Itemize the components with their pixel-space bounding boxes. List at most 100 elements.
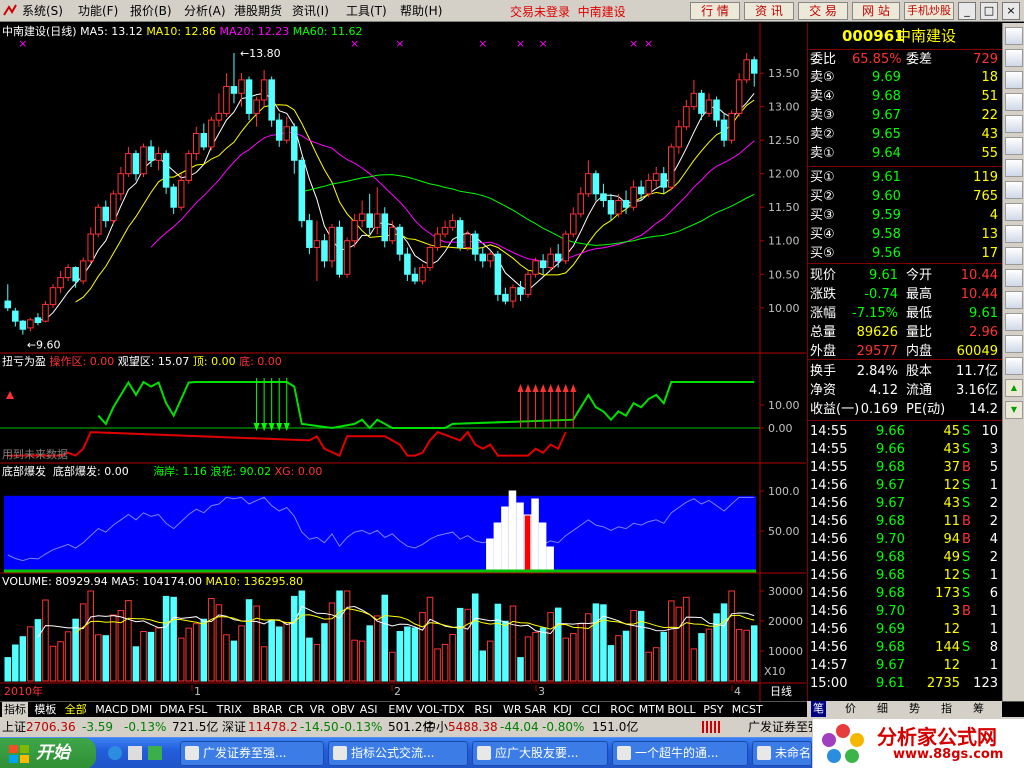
maximize-button[interactable]: □ [980, 2, 998, 20]
tab-trix[interactable]: TRIX [215, 702, 244, 718]
fiz-icon[interactable] [1005, 181, 1023, 199]
quote-tab[interactable]: 指 [939, 701, 954, 717]
tab-vr[interactable]: VR [308, 702, 327, 718]
menu-function[interactable]: 功能(F) [78, 3, 118, 19]
up-arrow-icon[interactable]: ▲ [1005, 379, 1023, 397]
tab-dmi[interactable]: DMI [129, 702, 154, 718]
tab-asi[interactable]: ASI [358, 702, 380, 718]
down-chart-icon[interactable] [1005, 225, 1023, 243]
formula-icon[interactable] [1005, 203, 1023, 221]
minimize-button[interactable]: _ [958, 2, 976, 20]
quote-tab[interactable]: 价 [843, 701, 858, 717]
tab-emv[interactable]: EMV [386, 702, 414, 718]
tab-macd[interactable]: MACD [93, 702, 130, 718]
trade-button[interactable]: 交 易 [798, 2, 848, 20]
desktop-quicklaunch-icon[interactable] [128, 746, 142, 760]
taskbar-item-3[interactable]: 应广大股友要... [472, 741, 608, 766]
volume-bar [539, 627, 547, 682]
bar-chart-icon[interactable] [1005, 93, 1023, 111]
taskbar-item-1[interactable]: 广发证券至强... [180, 741, 324, 766]
tab-cci[interactable]: CCI [580, 702, 603, 718]
tick-count: 4 [989, 532, 998, 547]
tab-vol-tdx[interactable]: VOL-TDX [415, 702, 467, 718]
tab-mcst[interactable]: MCST [730, 702, 765, 718]
menu-quote[interactable]: 报价(B) [130, 3, 172, 19]
tab-指标[interactable]: 指标 [2, 702, 28, 718]
menu-bar: 系统(S) 功能(F) 报价(B) 分析(A) 港股期货 资讯(I) 工具(T)… [0, 0, 1024, 22]
mobile-trading-button[interactable]: 手机炒股 [904, 2, 954, 20]
tick-row: 14:56 9.67 43 S 2 [808, 495, 1002, 513]
tab-dma[interactable]: DMA [158, 702, 188, 718]
app-quicklaunch-icon[interactable] [148, 746, 162, 760]
candle [683, 106, 690, 128]
menu-help[interactable]: 帮助(H) [400, 3, 442, 19]
candle [652, 173, 660, 181]
website-button[interactable]: 网 站 [852, 2, 900, 20]
volume-bar [456, 607, 464, 682]
buy-arrow-head [547, 384, 554, 392]
tick-count: 1 [989, 622, 998, 637]
menu-analysis[interactable]: 分析(A) [184, 3, 226, 19]
menu-tools[interactable]: 工具(T) [346, 3, 387, 19]
tab-obv[interactable]: OBV [329, 702, 356, 718]
wave-icon[interactable] [1005, 247, 1023, 265]
close-button[interactable]: × [1002, 2, 1020, 20]
tab-rsi[interactable]: RSI [472, 702, 494, 718]
menu-hk-futures[interactable]: 港股期货 [234, 3, 282, 19]
quote-tab[interactable]: 筹 [971, 701, 986, 717]
tick-direction: S [962, 442, 971, 457]
bid-price: 9.60 [872, 189, 901, 204]
taskbar-item-5[interactable]: 未命名 - ... [752, 741, 812, 766]
news-icon[interactable] [1005, 291, 1023, 309]
tab-fsl[interactable]: FSL [186, 702, 209, 718]
tab-wr[interactable]: WR [501, 702, 524, 718]
tab-mtm[interactable]: MTM [637, 702, 667, 718]
menu-news[interactable]: 资讯(I) [292, 3, 329, 19]
bid-volume: 13 [981, 227, 998, 242]
volume-bar [705, 628, 713, 682]
y-tick-label: 10.00 [768, 399, 800, 412]
tick-chart-icon[interactable] [1005, 115, 1023, 133]
tick-price: 9.67 [876, 478, 905, 493]
news-button[interactable]: 资 讯 [744, 2, 794, 20]
down-arrow-icon[interactable]: ▼ [1005, 401, 1023, 419]
tab-全部[interactable]: 全部 [63, 702, 89, 718]
tab-roc[interactable]: ROC [608, 702, 636, 718]
chart-area[interactable]: 13.50 13.00 12.50 12.00 11.50 11.00 10.50 10.00… [0, 23, 806, 701]
quote-button[interactable]: 行 情 [690, 2, 740, 20]
stat-value: 2.84% [856, 364, 898, 379]
tick-time: 14:55 [810, 442, 848, 457]
tab-sar[interactable]: SAR [522, 702, 548, 718]
info-icon[interactable] [1005, 313, 1023, 331]
tab-brar[interactable]: BRAR [251, 702, 285, 718]
candle [449, 220, 456, 228]
f10-icon[interactable] [1005, 137, 1023, 155]
taskbar-item-4[interactable]: 一个超牛的通... [612, 741, 748, 766]
ie-quicklaunch-icon[interactable] [108, 746, 122, 760]
fib-icon[interactable] [1005, 159, 1023, 177]
line-chart-icon[interactable] [1005, 49, 1023, 67]
note-icon[interactable] [1005, 335, 1023, 353]
start-button[interactable]: 开始 [0, 738, 96, 768]
stat-value: 10.44 [960, 287, 998, 302]
volume-bar [570, 633, 577, 682]
tab-cr[interactable]: CR [286, 702, 305, 718]
tab-模板[interactable]: 模板 [32, 702, 58, 718]
grid-icon[interactable] [1005, 27, 1023, 45]
rsi-icon[interactable] [1005, 269, 1023, 287]
tab-boll[interactable]: BOLL [665, 702, 697, 718]
pointer-icon[interactable] [1005, 71, 1023, 89]
tick-volume: 43 [943, 442, 960, 457]
tab-kdj[interactable]: KDJ [551, 702, 574, 718]
app-icon [185, 746, 199, 760]
tick-direction: S [962, 640, 971, 655]
quote-tab[interactable]: 细 [875, 701, 890, 717]
pencil-icon[interactable] [1005, 357, 1023, 375]
tab-psy[interactable]: PSY [701, 702, 725, 718]
menu-system[interactable]: 系统(S) [22, 3, 63, 19]
candle [283, 126, 291, 141]
taskbar-item-2[interactable]: 指标公式交流... [328, 741, 468, 766]
ask-volume: 43 [981, 127, 998, 142]
quote-tab[interactable]: 势 [907, 701, 922, 717]
quote-tab[interactable]: 笔 [811, 701, 826, 717]
